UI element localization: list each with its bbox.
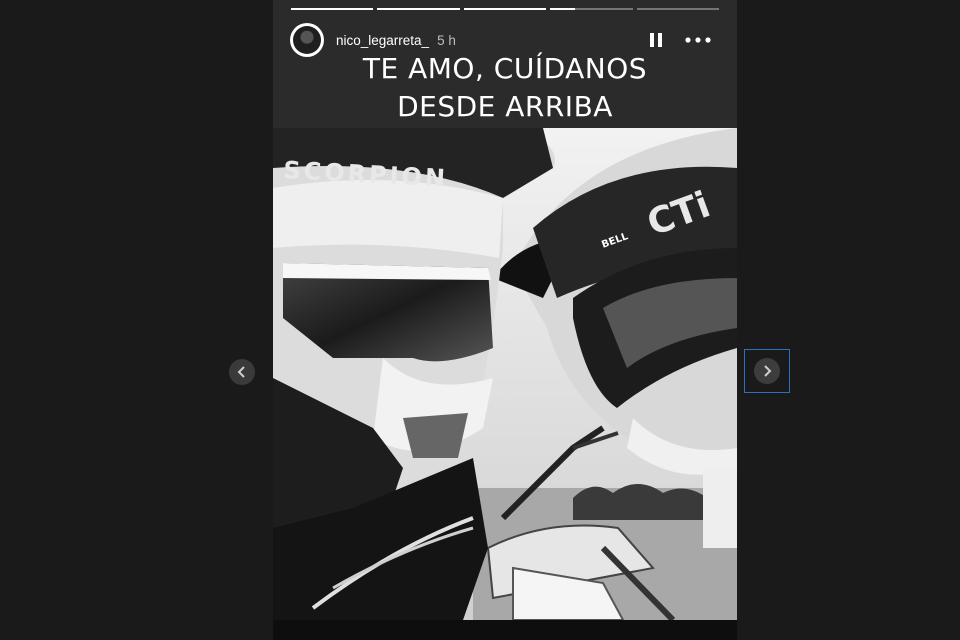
next-story-button[interactable] xyxy=(754,358,780,384)
progress-segment xyxy=(636,8,720,10)
more-options-button[interactable] xyxy=(682,28,714,52)
story-caption: TE AMO, CUÍDANOS DESDE ARRIBA xyxy=(273,50,737,126)
username-link[interactable]: nico_legarreta_ xyxy=(336,33,429,48)
progress-fill xyxy=(377,8,460,10)
post-time: 5 h xyxy=(437,32,456,48)
progress-fill xyxy=(291,8,374,10)
next-story-focus-ring xyxy=(744,349,790,393)
progress-segment xyxy=(291,8,374,10)
story-viewer: nico_legarreta_ 5 h TE AMO, CUÍDANOS DES… xyxy=(273,0,737,640)
story-progress-bar xyxy=(291,8,720,10)
helmets-photo: BELL CTi SCORPION xyxy=(273,128,737,620)
caption-line: DESDE ARRIBA xyxy=(397,90,613,123)
progress-fill xyxy=(550,8,575,10)
story-photo: BELL CTi SCORPION xyxy=(273,128,737,620)
progress-segment xyxy=(377,8,460,10)
prev-story-button[interactable] xyxy=(229,359,255,385)
more-horizontal-icon xyxy=(685,37,711,43)
pause-icon xyxy=(650,33,662,47)
progress-segment xyxy=(550,8,633,10)
caption-line: TE AMO, CUÍDANOS xyxy=(362,52,648,85)
progress-segment xyxy=(463,8,547,10)
progress-fill xyxy=(463,8,547,10)
pause-button[interactable] xyxy=(644,28,668,52)
story-bottom-bar xyxy=(273,620,737,640)
chevron-left-icon xyxy=(237,366,245,378)
chevron-right-icon xyxy=(764,365,772,377)
